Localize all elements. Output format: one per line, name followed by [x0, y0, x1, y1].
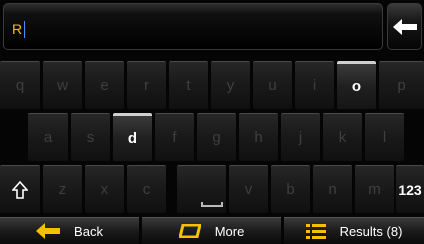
key-b[interactable]: b — [271, 165, 310, 213]
results-label: Results (8) — [339, 223, 403, 239]
key-z[interactable]: z — [43, 165, 82, 213]
numeric-key-label: 123 — [398, 181, 422, 198]
shift-key[interactable] — [0, 165, 40, 213]
key-label: t — [186, 77, 191, 94]
key-label: k — [338, 129, 347, 146]
key-label: h — [254, 129, 263, 146]
backspace-button[interactable] — [387, 3, 422, 50]
key-label: s — [86, 129, 95, 146]
space-key[interactable] — [177, 165, 226, 213]
key-y[interactable]: y — [211, 61, 250, 109]
space-bar-icon — [201, 202, 223, 207]
key-label: y — [226, 77, 235, 94]
shift-arrow-icon — [12, 180, 28, 199]
back-button[interactable]: Back — [0, 217, 139, 244]
key-f[interactable]: f — [155, 113, 194, 161]
key-e[interactable]: e — [85, 61, 124, 109]
key-label: c — [142, 181, 151, 198]
key-s[interactable]: s — [71, 113, 110, 161]
back-arrow-icon — [36, 223, 61, 239]
key-h[interactable]: h — [239, 113, 278, 161]
key-label: f — [172, 129, 177, 146]
key-u[interactable]: u — [253, 61, 292, 109]
search-input-value: R — [12, 21, 23, 37]
key-label: o — [351, 78, 362, 95]
text-cursor — [24, 21, 25, 38]
key-j[interactable]: j — [281, 113, 320, 161]
more-label: More — [214, 223, 245, 239]
key-label: z — [58, 181, 67, 198]
key-g[interactable]: g — [197, 113, 236, 161]
key-v[interactable]: v — [229, 165, 268, 213]
key-label: g — [212, 129, 221, 146]
search-input[interactable]: R — [3, 3, 383, 50]
key-x[interactable]: x — [85, 165, 124, 213]
key-label: e — [100, 77, 109, 94]
key-a[interactable]: a — [28, 113, 68, 161]
key-label: r — [144, 77, 149, 94]
key-c[interactable]: c — [127, 165, 166, 213]
key-label: j — [298, 129, 303, 146]
key-r[interactable]: r — [127, 61, 166, 109]
key-p[interactable]: p — [379, 61, 424, 109]
numeric-keyboard-key[interactable]: 123 — [396, 165, 424, 213]
key-i[interactable]: i — [295, 61, 334, 109]
key-d[interactable]: d — [113, 113, 152, 161]
key-m[interactable]: m — [355, 165, 394, 213]
key-n[interactable]: n — [313, 165, 352, 213]
key-label: d — [127, 130, 138, 147]
key-label: a — [43, 129, 53, 146]
key-o[interactable]: o — [337, 61, 376, 109]
key-label: l — [382, 129, 387, 146]
key-t[interactable]: t — [169, 61, 208, 109]
back-label: Back — [74, 223, 103, 239]
more-button[interactable]: More — [142, 217, 281, 244]
key-label: m — [368, 181, 381, 198]
backspace-arrow-icon — [393, 19, 417, 35]
key-w[interactable]: w — [43, 61, 82, 109]
key-label: w — [57, 77, 68, 94]
key-label: i — [312, 77, 317, 94]
key-q[interactable]: q — [0, 61, 40, 109]
key-label: x — [100, 181, 109, 198]
key-label: b — [286, 181, 295, 198]
key-label: q — [15, 77, 25, 94]
list-icon — [305, 223, 326, 239]
key-l[interactable]: l — [365, 113, 404, 161]
key-label: n — [328, 181, 337, 198]
key-label: u — [268, 77, 277, 94]
key-label: p — [397, 77, 406, 94]
results-button[interactable]: Results (8) — [284, 217, 424, 244]
key-k[interactable]: k — [323, 113, 362, 161]
key-label: v — [244, 181, 253, 198]
more-icon — [178, 224, 201, 238]
